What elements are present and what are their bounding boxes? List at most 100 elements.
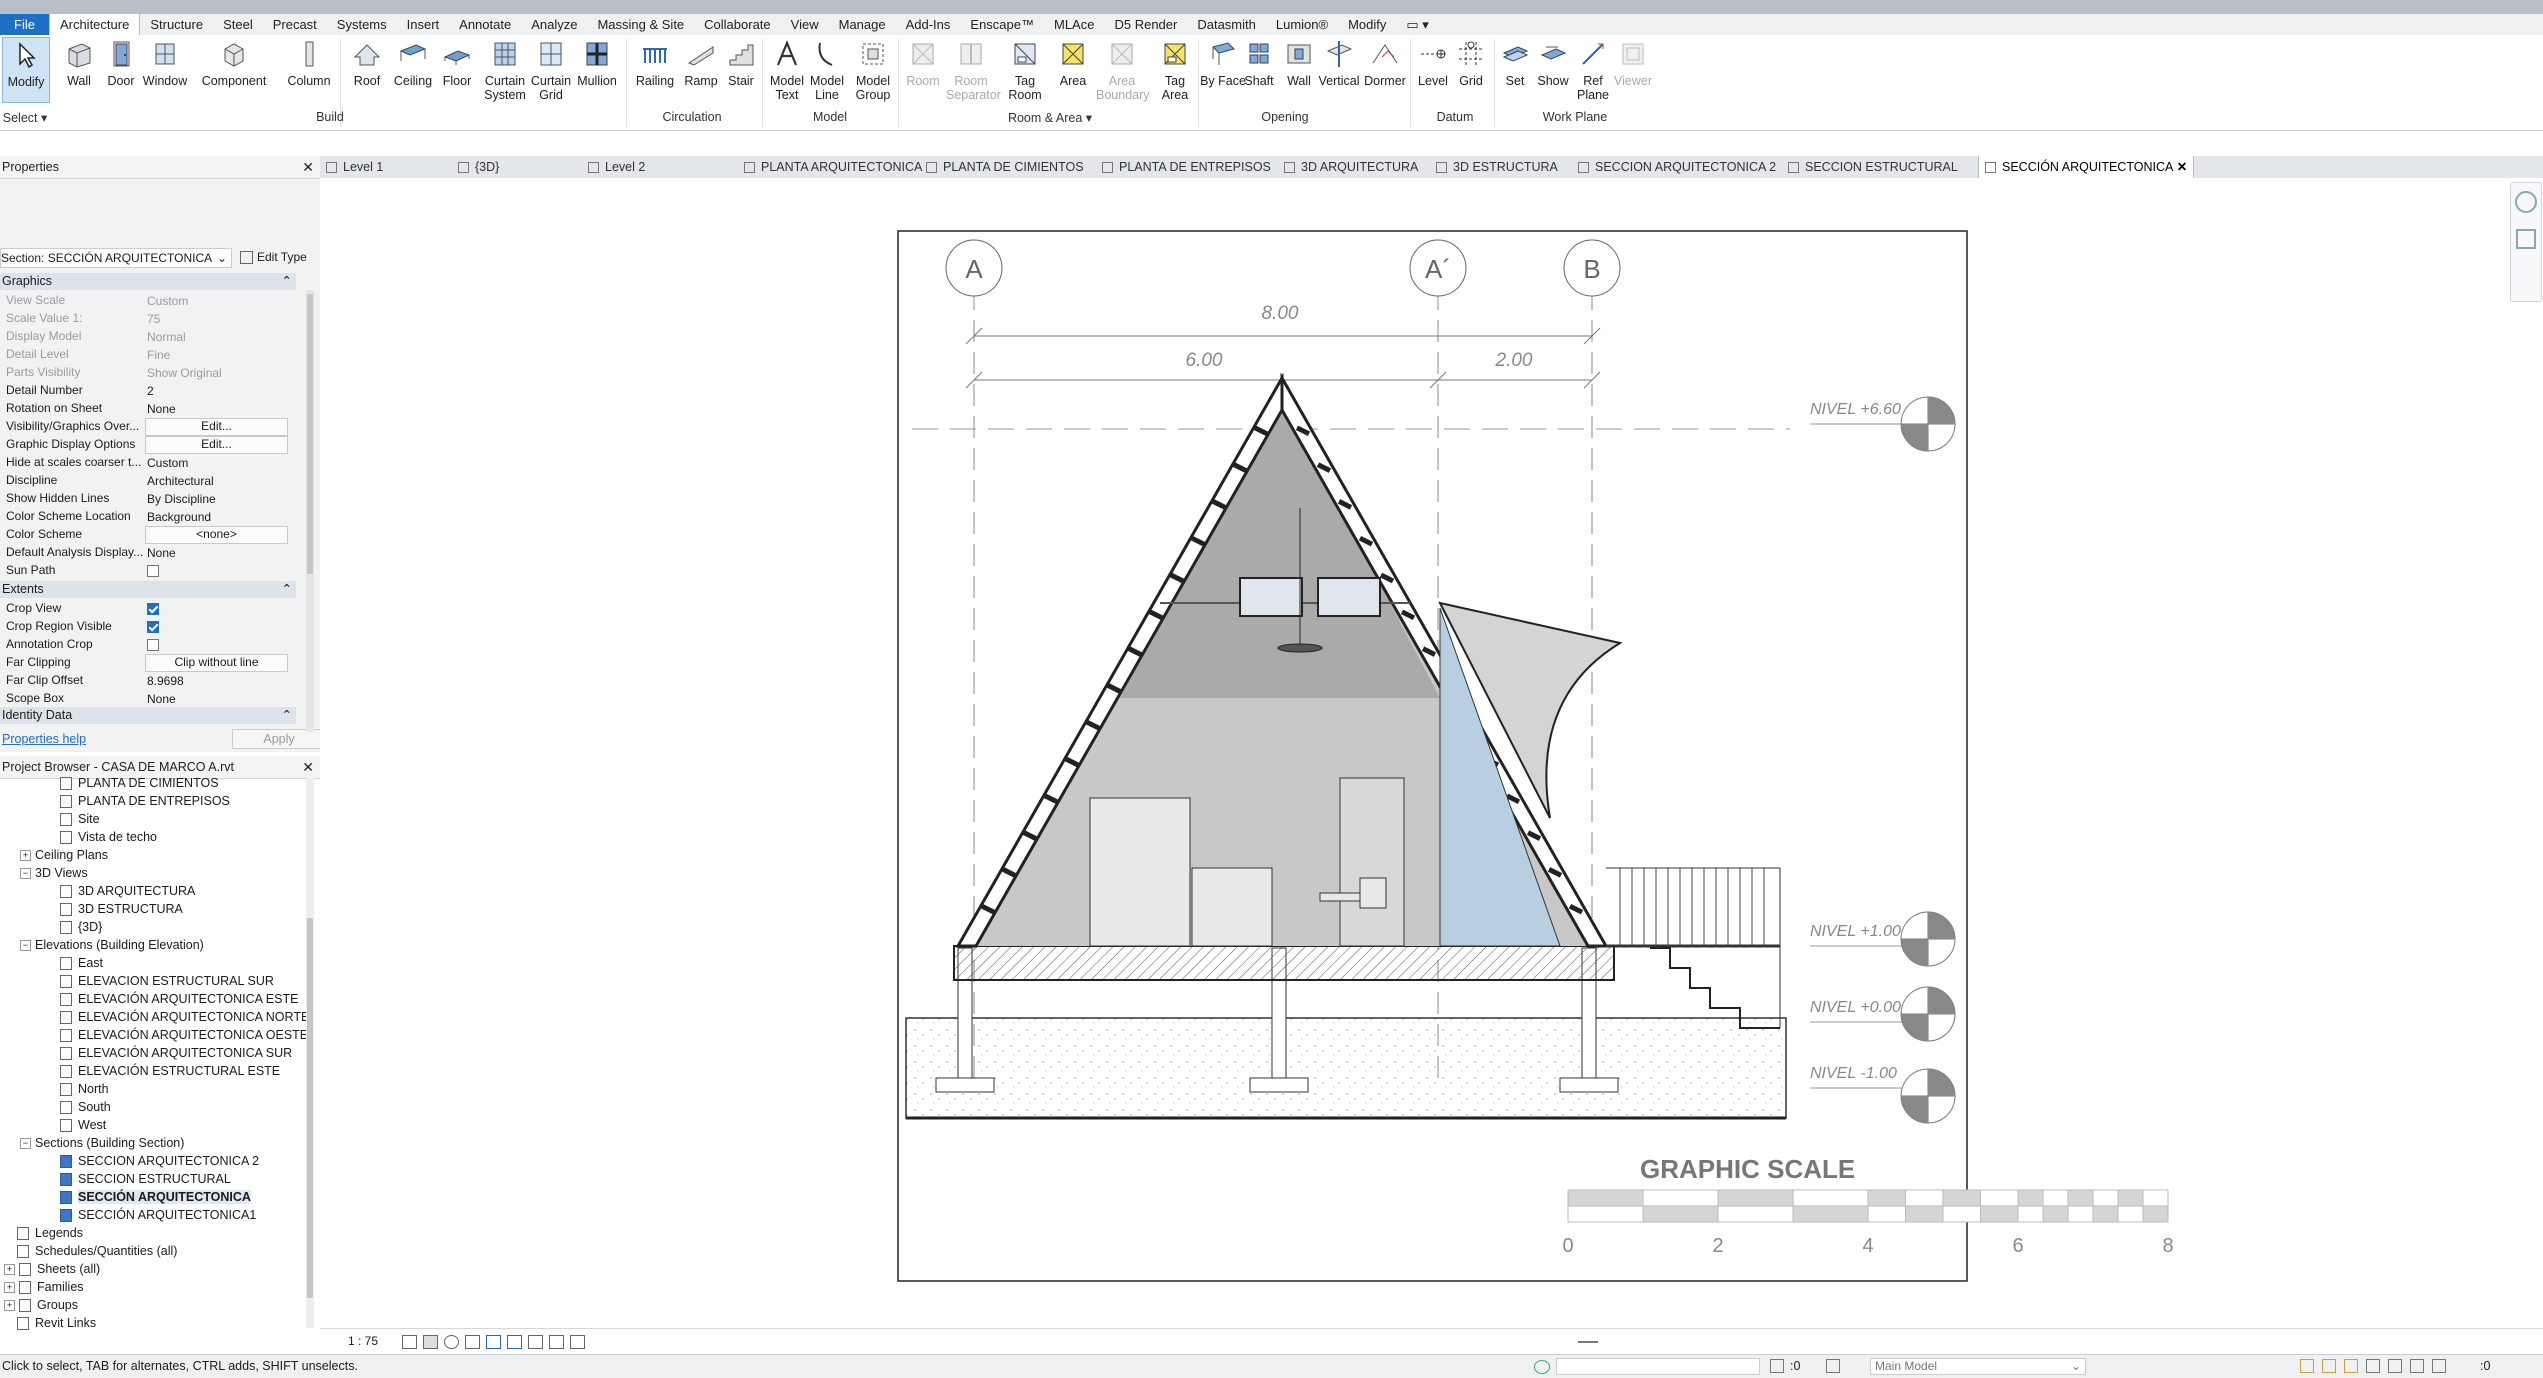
tab-lumion[interactable]: Lumion®: [1266, 14, 1338, 35]
grid-button[interactable]: Grid: [1448, 37, 1494, 88]
view-tab[interactable]: PLANTA DE CIMIENTOS: [926, 156, 1084, 178]
tree-item[interactable]: ELEVACIÓN ARQUITECTONICA NORTE: [60, 1008, 309, 1026]
tab-annotate[interactable]: Annotate: [449, 14, 521, 35]
property-value[interactable]: Custom: [145, 292, 288, 308]
select-by-face-icon[interactable]: [2366, 1359, 2380, 1373]
tree-item[interactable]: + Groups: [4, 1296, 78, 1314]
stair-button[interactable]: Stair: [718, 37, 764, 88]
tab-insert[interactable]: Insert: [397, 14, 450, 35]
checkbox[interactable]: [147, 620, 159, 633]
tree-item[interactable]: Revit Links: [4, 1314, 96, 1332]
tab-massing-site[interactable]: Massing & Site: [587, 14, 694, 35]
property-row[interactable]: Crop Region Visible: [0, 617, 296, 635]
close-icon[interactable]: ✕: [302, 156, 314, 178]
property-value[interactable]: <none>: [145, 526, 288, 544]
view-tab[interactable]: Level 2: [588, 156, 645, 178]
property-row[interactable]: Rotation on Sheet None: [0, 399, 296, 417]
property-value[interactable]: Clip without line: [145, 654, 288, 672]
tag-area-button[interactable]: Tag Area: [1152, 37, 1198, 102]
view-scale[interactable]: 1 : 75: [348, 1334, 378, 1348]
floor-button[interactable]: Floor: [434, 37, 480, 88]
property-row[interactable]: Far Clip Offset 8.9698: [0, 671, 296, 689]
tree-item[interactable]: Site: [60, 810, 100, 828]
modify-button[interactable]: Modify: [2, 37, 50, 103]
tree-item[interactable]: ELEVACIÓN ARQUITECTONICA ESTE: [60, 990, 298, 1008]
area-boundary-button[interactable]: Area Boundary: [1096, 37, 1150, 102]
property-value[interactable]: By Discipline: [145, 490, 288, 506]
property-value[interactable]: 75: [145, 310, 288, 326]
reveal-hidden-icon[interactable]: [549, 1335, 564, 1349]
select-links-icon[interactable]: [2300, 1359, 2314, 1373]
property-value[interactable]: 2: [145, 382, 288, 398]
tree-item[interactable]: PLANTA DE ENTREPISOS: [60, 792, 230, 810]
view-tab[interactable]: SECCION ARQUITECTONICA 2: [1578, 156, 1776, 178]
expand-toggle-icon[interactable]: −: [20, 940, 31, 952]
property-value[interactable]: [145, 618, 288, 634]
apply-button[interactable]: Apply: [232, 729, 326, 749]
property-row[interactable]: Color Scheme <none>: [0, 525, 296, 544]
tab-systems[interactable]: Systems: [327, 14, 397, 35]
browser-scrollbar[interactable]: [306, 778, 314, 1328]
property-value[interactable]: Normal: [145, 328, 288, 344]
curtain-grid-button[interactable]: Curtain Grid: [528, 37, 574, 102]
tab-d5-render[interactable]: D5 Render: [1104, 14, 1187, 35]
worksets-icon[interactable]: [1534, 1360, 1550, 1374]
tab-view[interactable]: View: [781, 14, 829, 35]
vertical-opening-button[interactable]: Vertical: [1316, 37, 1362, 88]
property-row[interactable]: Color Scheme Location Background: [0, 507, 296, 525]
tree-item[interactable]: Legends: [4, 1224, 83, 1242]
tree-item[interactable]: 3D ESTRUCTURA: [60, 900, 183, 918]
view-tab[interactable]: SECCIÓN ARQUITECTONICA ✕: [1978, 156, 2195, 178]
property-row[interactable]: Graphic Display Options Edit...: [0, 435, 296, 454]
wall-button[interactable]: Wall: [56, 37, 102, 88]
steering-wheel-icon[interactable]: [2515, 191, 2537, 213]
column-button[interactable]: Column: [286, 37, 332, 88]
tree-item[interactable]: − Elevations (Building Elevation): [20, 936, 204, 954]
drag-elements-icon[interactable]: [2388, 1359, 2402, 1373]
tree-item[interactable]: + Families: [4, 1278, 84, 1296]
property-row[interactable]: Crop View: [0, 599, 296, 617]
select-pinned-icon[interactable]: [2344, 1359, 2358, 1373]
background-process-icon[interactable]: [2410, 1359, 2424, 1373]
property-value[interactable]: Fine: [145, 346, 288, 362]
view-tab[interactable]: PLANTA DE ENTREPISOS: [1102, 156, 1271, 178]
property-row[interactable]: View Scale Custom: [0, 291, 296, 309]
tree-item[interactable]: ELEVACION ESTRUCTURAL SUR: [60, 972, 274, 990]
expand-toggle-icon[interactable]: +: [4, 1300, 15, 1312]
tree-item[interactable]: SECCIÓN ARQUITECTONICA1: [60, 1206, 256, 1224]
type-selector[interactable]: Section: SECCIÓN ARQUITECTONICA ⌄: [0, 248, 232, 268]
tree-item[interactable]: Schedules/Quantities (all): [4, 1242, 177, 1260]
editing-requests-icon[interactable]: [1770, 1359, 1784, 1373]
crop-view-icon[interactable]: [486, 1335, 501, 1349]
tree-item[interactable]: SECCION ARQUITECTONICA 2: [60, 1152, 259, 1170]
crop-region-icon[interactable]: [507, 1335, 522, 1349]
mullion-button[interactable]: Mullion: [574, 37, 620, 88]
visual-style-icon[interactable]: [423, 1335, 438, 1349]
property-value[interactable]: Show Original: [145, 364, 288, 380]
properties-help-link[interactable]: Properties help: [2, 732, 86, 746]
property-row[interactable]: Default Analysis Display... None: [0, 543, 296, 561]
workset-dropdown[interactable]: [1556, 1358, 1760, 1375]
component-button[interactable]: Component: [200, 37, 268, 88]
tree-item[interactable]: PLANTA DE CIMIENTOS: [60, 774, 219, 792]
expand-toggle-icon[interactable]: +: [4, 1264, 15, 1276]
panel-label-select[interactable]: Select ▾: [2, 110, 48, 125]
tree-item[interactable]: West: [60, 1116, 106, 1134]
property-row[interactable]: Far Clipping Clip without line: [0, 653, 296, 672]
property-row[interactable]: Detail Level Fine: [0, 345, 296, 363]
property-value[interactable]: Custom: [145, 454, 288, 470]
room-button[interactable]: Room: [900, 37, 946, 88]
checkbox[interactable]: [147, 602, 159, 615]
tab-enscape[interactable]: Enscape™: [960, 14, 1044, 35]
view-tab[interactable]: PLANTA ARQUITECTONICA: [744, 156, 922, 178]
detail-level-icon[interactable]: [402, 1335, 417, 1349]
checkbox[interactable]: [147, 638, 159, 651]
edit-type-button[interactable]: Edit Type: [240, 248, 320, 266]
filter-icon[interactable]: [2432, 1359, 2446, 1373]
railing-button[interactable]: Railing: [632, 37, 678, 88]
group-extents[interactable]: Extents ⌃: [0, 581, 296, 598]
tree-item[interactable]: ELEVACIÓN ESTRUCTURAL ESTE: [60, 1062, 280, 1080]
design-options-icon[interactable]: [1826, 1359, 1840, 1373]
tree-item[interactable]: Vista de techo: [60, 828, 157, 846]
property-row[interactable]: Hide at scales coarser t... Custom: [0, 453, 296, 471]
